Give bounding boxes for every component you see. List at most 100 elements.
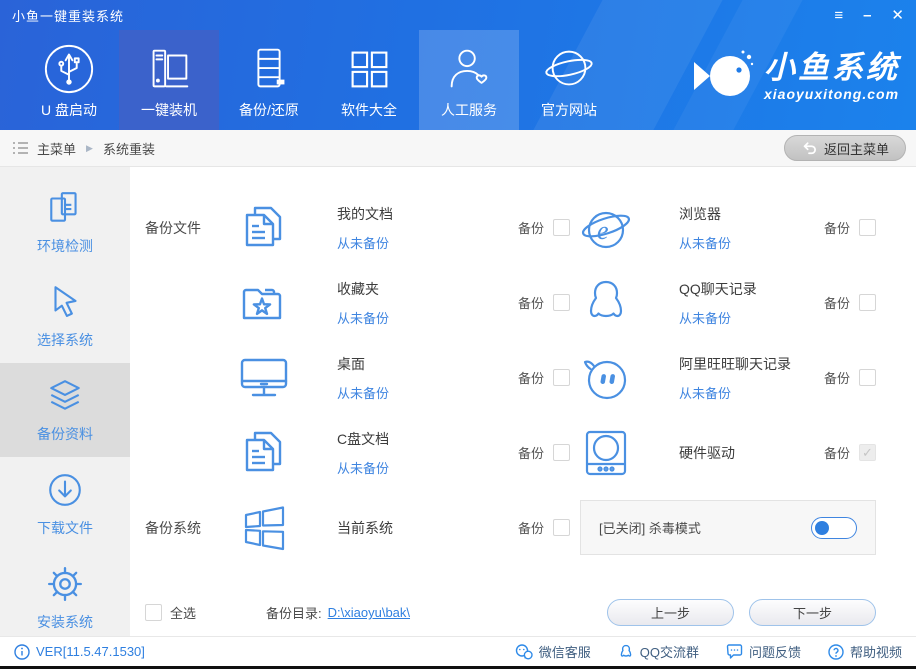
nav-label: 备份/还原 bbox=[239, 102, 299, 118]
documents-icon bbox=[238, 427, 290, 479]
globe-icon bbox=[542, 40, 596, 98]
backup-checkbox-checked-disabled bbox=[859, 444, 876, 461]
sidebar-item-download-files[interactable]: 下载文件 bbox=[0, 457, 130, 551]
svg-text:e: e bbox=[597, 216, 609, 245]
logo-subtitle: xiaoyuxitong.com bbox=[764, 85, 900, 102]
prev-step-button[interactable]: 上一步 bbox=[607, 599, 734, 626]
sidebar-item-select-system[interactable]: 选择系统 bbox=[0, 269, 130, 363]
footer-link-label: 帮助视频 bbox=[849, 645, 902, 660]
sidebar-item-label: 安装系统 bbox=[37, 613, 93, 630]
backup-item-name: 硬件驱动 bbox=[679, 444, 735, 461]
backup-item-wangwang-history: 阿里旺旺聊天记录 从未备份 备份 bbox=[570, 340, 876, 415]
backup-checkbox[interactable] bbox=[553, 219, 570, 236]
footer-link-feedback[interactable]: 问题反馈 bbox=[726, 642, 801, 661]
backup-checkbox[interactable] bbox=[553, 369, 570, 386]
sidebar-item-env-check[interactable]: 环境检测 bbox=[0, 175, 130, 269]
nav-item-software[interactable]: 软件大全 bbox=[319, 30, 419, 130]
backup-checkbox[interactable] bbox=[859, 369, 876, 386]
backup-checkbox-label: 备份 bbox=[517, 521, 544, 536]
footer-link-label: 微信客服 bbox=[538, 645, 591, 660]
backup-checkbox-label: 备份 bbox=[823, 371, 850, 386]
footer-link-wechat[interactable]: 微信客服 bbox=[515, 642, 591, 661]
close-icon[interactable]: ✕ bbox=[891, 8, 904, 23]
backup-item-status: 从未备份 bbox=[679, 235, 732, 251]
backup-dir-label: 备份目录: bbox=[266, 606, 322, 621]
backup-checkbox[interactable] bbox=[553, 519, 570, 536]
sidebar-item-backup-data[interactable]: 备份资料 bbox=[0, 363, 130, 457]
next-step-button[interactable]: 下一步 bbox=[749, 599, 876, 626]
backup-item-current-system: 当前系统 备份 bbox=[238, 493, 570, 563]
window-title: 小鱼一键重装系统 bbox=[12, 8, 125, 24]
nav-item-support[interactable]: 人工服务 bbox=[419, 30, 519, 130]
backup-checkbox-label: 备份 bbox=[517, 446, 544, 461]
backup-checkbox[interactable] bbox=[859, 294, 876, 311]
gear-icon bbox=[46, 565, 84, 603]
download-icon bbox=[46, 471, 84, 509]
backup-checkbox-label: 备份 bbox=[823, 446, 850, 461]
logo-title: 小鱼系统 bbox=[764, 49, 900, 85]
backup-item-name: QQ聊天记录 bbox=[679, 280, 757, 297]
minimize-icon[interactable]: – bbox=[863, 8, 871, 23]
titlebar: 小鱼一键重装系统 ≡ – ✕ bbox=[0, 0, 916, 30]
backup-checkbox[interactable] bbox=[553, 444, 570, 461]
hard-drive-icon bbox=[580, 427, 632, 479]
cursor-icon bbox=[46, 283, 84, 321]
breadcrumb: 主菜单 ▶ 系统重装 返回主菜单 bbox=[0, 130, 916, 167]
nav-label: 一键装机 bbox=[141, 102, 197, 118]
sidebar-item-label: 下载文件 bbox=[37, 519, 93, 536]
antivirus-mode-box: [已关闭] 杀毒模式 bbox=[580, 500, 876, 555]
sidebar-item-label: 环境检测 bbox=[37, 237, 93, 254]
version-label: VER[11.5.47.1530] bbox=[36, 644, 145, 659]
nav-item-backup-restore[interactable]: 备份/还原 bbox=[219, 30, 319, 130]
nav-label: 人工服务 bbox=[441, 102, 497, 118]
backup-checkbox-label: 备份 bbox=[823, 221, 850, 236]
wangwang-icon bbox=[580, 352, 632, 404]
select-all-label: 全选 bbox=[170, 606, 197, 621]
section-label-backup-files: 备份文件 bbox=[145, 219, 201, 236]
sidebar-item-install-system[interactable]: 安装系统 bbox=[0, 551, 130, 645]
breadcrumb-current: 系统重装 bbox=[102, 141, 155, 157]
select-all-checkbox[interactable] bbox=[145, 604, 162, 621]
qq-icon bbox=[620, 644, 632, 657]
menu-icon[interactable]: ≡ bbox=[834, 8, 843, 23]
help-icon bbox=[828, 643, 844, 660]
brand-logo: 小鱼系统 xiaoyuxitong.com bbox=[692, 48, 900, 104]
backup-item-name: 当前系统 bbox=[337, 519, 393, 536]
nav-item-usb-boot[interactable]: U 盘启动 bbox=[19, 30, 119, 130]
nav-label: U 盘启动 bbox=[41, 102, 97, 118]
backup-checkbox[interactable] bbox=[859, 219, 876, 236]
windows-icon bbox=[238, 502, 290, 554]
antivirus-toggle[interactable] bbox=[811, 516, 857, 539]
footer-link-qq-group[interactable]: QQ交流群 bbox=[618, 642, 699, 661]
nav-item-one-click-install[interactable]: 一键装机 bbox=[119, 30, 219, 130]
footer-link-help-video[interactable]: 帮助视频 bbox=[828, 642, 902, 661]
layers-icon bbox=[46, 377, 84, 415]
nav-item-website[interactable]: 官方网站 bbox=[519, 30, 619, 130]
breadcrumb-root[interactable]: 主菜单 bbox=[37, 139, 76, 158]
backup-item-hardware-drivers: 硬件驱动 备份 bbox=[570, 415, 876, 490]
sidebar-item-label: 备份资料 bbox=[37, 425, 93, 442]
backup-item-status: 从未备份 bbox=[337, 310, 390, 326]
backup-item-name: C盘文档 bbox=[337, 430, 390, 447]
backup-item-status: 从未备份 bbox=[337, 385, 390, 401]
wechat-icon bbox=[515, 643, 533, 659]
backup-item-status: 从未备份 bbox=[679, 385, 732, 401]
info-icon bbox=[14, 643, 30, 660]
backup-dir-link[interactable]: D:\xiaoyu\bak\ bbox=[328, 605, 410, 620]
backup-item-name: 浏览器 bbox=[679, 205, 721, 222]
backup-item-name: 阿里旺旺聊天记录 bbox=[679, 355, 791, 372]
backup-item-qq-history: QQ聊天记录 从未备份 备份 bbox=[570, 265, 876, 340]
backup-item-status: 从未备份 bbox=[679, 310, 732, 326]
bottom-bar: 全选 备份目录: D:\xiaoyu\bak\ 上一步 下一步 bbox=[145, 599, 876, 626]
back-to-main-menu-button[interactable]: 返回主菜单 bbox=[783, 135, 906, 161]
toggle-knob-icon bbox=[815, 520, 829, 535]
backup-item-c-drive-docs: C盘文档 从未备份 备份 bbox=[238, 415, 570, 490]
server-icon bbox=[242, 40, 296, 98]
monitor-icon bbox=[238, 352, 290, 404]
computer-icon bbox=[142, 40, 196, 98]
usb-icon bbox=[42, 40, 96, 98]
nav-label: 官方网站 bbox=[541, 102, 597, 118]
feedback-icon bbox=[726, 643, 743, 659]
backup-checkbox[interactable] bbox=[553, 294, 570, 311]
backup-item-status: 从未备份 bbox=[337, 235, 390, 251]
